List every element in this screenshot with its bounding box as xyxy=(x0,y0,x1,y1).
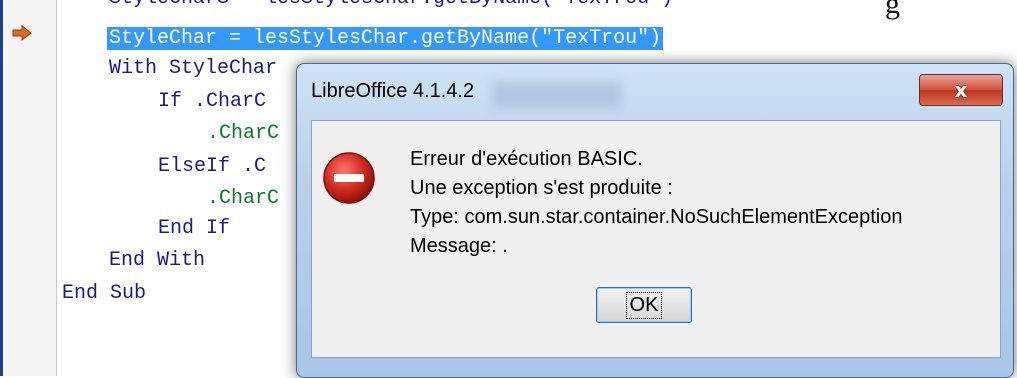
ok-button-label: OK xyxy=(625,291,663,319)
dialog-body: Erreur d'exécution BASIC. Une exception … xyxy=(311,120,1001,358)
message-line: Message: . xyxy=(410,235,508,257)
code-line-end-with: End With xyxy=(109,248,205,274)
code-text: StyleCharS = lesStylesChar.getByName("Te… xyxy=(109,0,673,10)
message-line: Erreur d'exécution BASIC. xyxy=(410,148,643,170)
error-message: Erreur d'exécution BASIC. Une exception … xyxy=(410,145,903,261)
code-text: With StyleChar xyxy=(109,57,278,80)
message-line: Une exception s'est produite : xyxy=(410,177,673,199)
close-button[interactable]: x xyxy=(919,74,1003,106)
message-line: Type: com.sun.star.container.NoSuchEleme… xyxy=(410,206,903,228)
ok-button[interactable]: OK xyxy=(596,287,692,323)
error-dialog: LibreOffice 4.1.4.2 x Erreur d'exécution… xyxy=(296,63,1014,378)
title-bar-blur xyxy=(492,82,622,108)
code-text: If .CharC xyxy=(158,90,267,113)
breakpoint-gutter[interactable] xyxy=(3,0,57,376)
code-line-end-sub: End Sub xyxy=(62,281,146,307)
code-line-cut: StyleCharS = lesStylesChar.getByName("Te… xyxy=(109,0,673,12)
code-line-current: StyleChar = lesStylesChar.getByName("Tex… xyxy=(107,26,664,52)
current-line-arrow-icon xyxy=(12,25,32,41)
code-line-member: .CharC xyxy=(207,186,279,212)
selected-code-text: StyleChar = lesStylesChar.getByName("Tex… xyxy=(107,27,664,50)
code-text: End With xyxy=(109,249,206,272)
code-text: End If xyxy=(158,217,231,240)
code-line-elseif: ElseIf .C xyxy=(158,154,266,180)
dialog-title: LibreOffice 4.1.4.2 xyxy=(311,80,475,102)
code-line-end-if: End If xyxy=(158,216,230,242)
code-line-with: With StyleChar xyxy=(109,56,277,82)
code-text: ElseIf .C xyxy=(158,155,267,178)
code-text: .CharC xyxy=(207,122,280,145)
code-text: .CharC xyxy=(207,187,280,210)
code-text: End Sub xyxy=(62,282,147,305)
code-line-member: .CharC xyxy=(207,121,279,147)
code-line-if: If .CharC xyxy=(158,89,266,115)
error-icon xyxy=(323,152,375,204)
close-icon: x xyxy=(954,78,968,102)
background-text-fragment: g xyxy=(885,0,900,20)
